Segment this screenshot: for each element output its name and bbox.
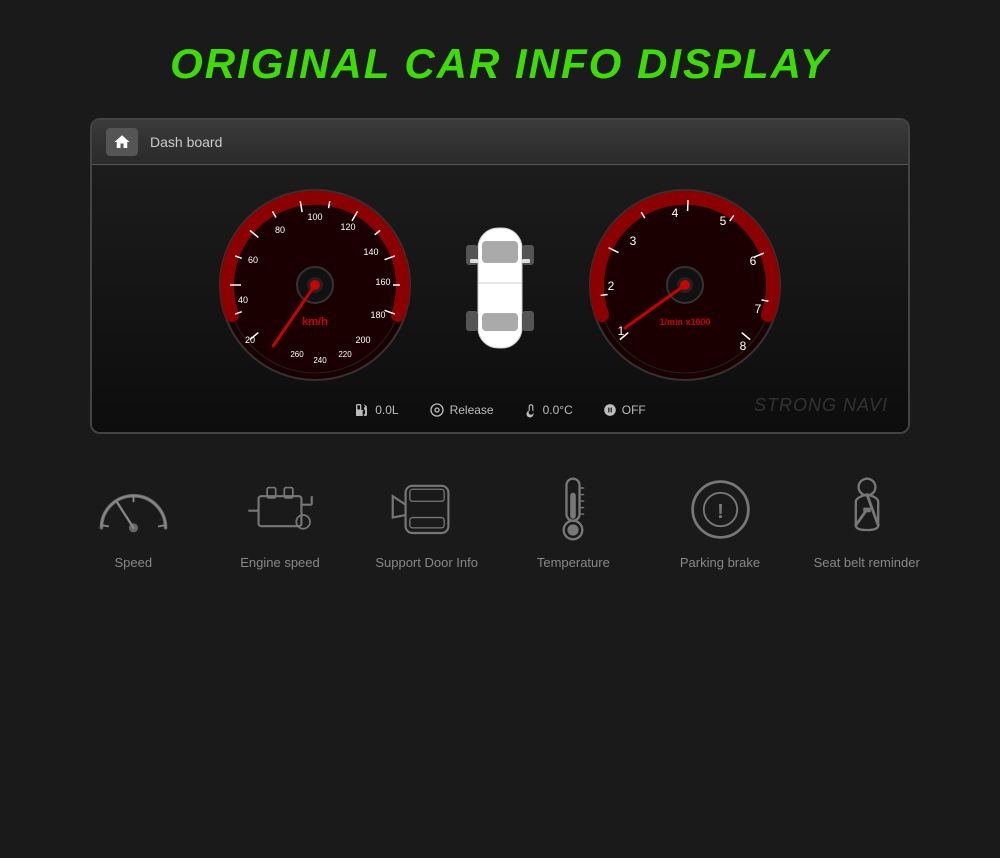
svg-text:60: 60 [248, 255, 258, 265]
svg-text:7: 7 [755, 302, 762, 316]
feature-door: Support Door Info [353, 474, 500, 572]
speedometer-icon [93, 474, 173, 544]
parking-brake-icon: ! [680, 474, 760, 544]
svg-text:180: 180 [370, 310, 385, 320]
dash-title: Dash board [150, 134, 222, 150]
gauges-row: 20 40 60 80 100 120 140 1 [122, 185, 878, 390]
feature-engine: Engine speed [207, 474, 354, 572]
svg-text:260: 260 [290, 350, 304, 359]
dash-body: 20 40 60 80 100 120 140 1 [92, 165, 908, 432]
feature-door-label: Support Door Info [375, 554, 478, 572]
dash-header: Dash board [92, 120, 908, 165]
seatbelt-icon [827, 474, 907, 544]
feature-speed: Speed [60, 474, 207, 572]
engine-icon [240, 474, 320, 544]
tachometer: 1 2 3 4 5 6 7 8 [585, 185, 785, 390]
page-title: ORIGINAL CAR INFO DISPLAY [170, 40, 830, 88]
features-row: Speed Engine speed [60, 474, 940, 572]
svg-text:5: 5 [720, 214, 727, 228]
dashboard-display: Dash board 20 40 [90, 118, 910, 434]
door-icon [387, 474, 467, 544]
svg-text:140: 140 [363, 247, 378, 257]
svg-text:220: 220 [338, 350, 352, 359]
svg-text:80: 80 [275, 225, 285, 235]
fuel-info: 0.0L [354, 402, 398, 418]
svg-text:4: 4 [672, 206, 679, 220]
watermark: STRONG NAVI [754, 395, 888, 416]
temperature-icon [533, 474, 613, 544]
svg-text:160: 160 [375, 277, 390, 287]
svg-text:200: 200 [355, 335, 370, 345]
temp-info: 0.0°C [524, 402, 573, 418]
home-icon [106, 128, 138, 156]
feature-temperature: Temperature [500, 474, 647, 572]
svg-text:240: 240 [313, 356, 327, 365]
feature-engine-label: Engine speed [240, 554, 320, 572]
handbrake-info: Release [429, 402, 494, 418]
svg-text:120: 120 [340, 222, 355, 232]
feature-seatbelt: Seat belt reminder [793, 474, 940, 572]
svg-text:100: 100 [307, 212, 322, 222]
seatbelt-info: OFF [603, 402, 646, 418]
feature-seatbelt-label: Seat belt reminder [814, 554, 920, 572]
svg-text:8: 8 [740, 339, 747, 353]
speedometer: 20 40 60 80 100 120 140 1 [215, 185, 415, 390]
feature-parking-brake-label: Parking brake [680, 554, 760, 572]
feature-temperature-label: Temperature [537, 554, 610, 572]
svg-text:km/h: km/h [302, 316, 328, 328]
info-bar: 0.0L Release 0.0°C OFF [354, 402, 646, 418]
svg-text:1/min x1000: 1/min x1000 [659, 317, 710, 327]
svg-text:3: 3 [630, 234, 637, 248]
svg-text:!: ! [717, 500, 724, 522]
svg-text:40: 40 [238, 295, 248, 305]
car-top-view [455, 223, 545, 353]
feature-speed-label: Speed [115, 554, 153, 572]
feature-parking-brake: ! Parking brake [647, 474, 794, 572]
svg-text:2: 2 [608, 279, 615, 293]
